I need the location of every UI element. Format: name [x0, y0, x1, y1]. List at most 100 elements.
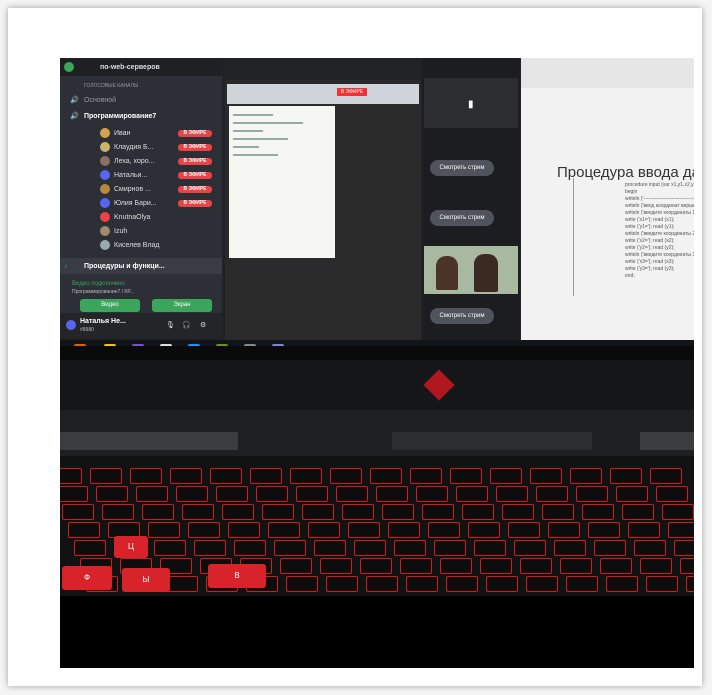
app-icon[interactable] [216, 344, 228, 346]
screen-share-button[interactable]: Экран [152, 299, 212, 312]
keyboard-key [166, 576, 198, 592]
folder-icon[interactable] [104, 344, 116, 346]
video-button[interactable]: Видео [80, 299, 140, 312]
code-line: write ('x2='); read (x2); [625, 238, 675, 244]
user-name: Наталья Не... [80, 318, 126, 325]
keyboard-key [530, 468, 562, 484]
keyboard-key [62, 504, 94, 520]
keyboard-key [256, 486, 288, 502]
keyboard-key [520, 558, 552, 574]
app-icon[interactable] [244, 344, 256, 346]
keyboard-key [366, 576, 398, 592]
code-line: procedure input (var x1,y1,x2,y2,x [625, 182, 694, 188]
member-name[interactable]: Смирнов ... [114, 185, 151, 194]
keyboard-key [406, 576, 438, 592]
omen-logo [423, 369, 455, 401]
member-name[interactable]: Леха, хоро... [114, 157, 154, 166]
keyboard-key [422, 504, 454, 520]
code-line: writeln ('введите координаты 3 в [625, 252, 694, 258]
keyboard-key [588, 522, 620, 538]
browser-bar [521, 58, 694, 88]
watch-stream-button[interactable]: Смотреть стрим [430, 160, 494, 176]
keyboard-key: Ц [114, 536, 148, 558]
keyboard-key [606, 576, 638, 592]
member-name[interactable]: Клаудия Б... [114, 143, 153, 152]
keyboard-key [428, 522, 460, 538]
keyboard-key [326, 576, 358, 592]
member-name[interactable]: Киселев Влад [114, 241, 160, 250]
speaker-icon: 🔊 [70, 113, 79, 120]
live-badge: В ЭФИРЕ [178, 200, 212, 207]
keyboard-key [656, 486, 688, 502]
visual-studio-icon[interactable] [132, 344, 144, 346]
keyboard-key [480, 558, 512, 574]
keyboard-key [646, 576, 678, 592]
keyboard-key [526, 576, 558, 592]
laptop-photo: по-web-серверов ГОЛОСОВЫЕ КАНАЛЫ 🔊 Основ… [60, 58, 694, 668]
keyboard-key [674, 540, 694, 556]
code-line [233, 146, 259, 148]
discord-icon[interactable] [272, 344, 284, 346]
channel-programming[interactable]: Программирование7 [84, 112, 156, 121]
keyboard-key [610, 468, 642, 484]
keyboard-key [74, 540, 106, 556]
camera-icon: ▮ [468, 99, 474, 110]
watch-stream-button[interactable]: Смотреть стрим [430, 308, 494, 324]
keyboard-key [176, 486, 208, 502]
avatar [100, 226, 110, 236]
keyboard-key [582, 504, 614, 520]
keyboard-key [548, 522, 580, 538]
keyboard-key [446, 576, 478, 592]
keyboard-key [554, 540, 586, 556]
watch-stream-button[interactable]: Смотреть стрим [430, 210, 494, 226]
member-name[interactable]: Юлия Бари... [114, 199, 157, 208]
webcam-tile[interactable] [424, 246, 518, 294]
keyboard-key [634, 540, 666, 556]
live-badge: В ЭФИРЕ [337, 88, 367, 96]
editor-toolbar: В ЭФИРЕ [227, 84, 419, 104]
keyboard-key [570, 468, 602, 484]
laptop-screen: по-web-серверов ГОЛОСОВЫЕ КАНАЛЫ 🔊 Основ… [60, 58, 694, 346]
channel-procedures-row[interactable]: ♪ Процедуры и функци... [60, 258, 222, 274]
camera-icon[interactable] [160, 344, 172, 346]
keyboard-key [228, 522, 260, 538]
keyboard-key [686, 576, 694, 592]
code-line: begin [625, 189, 638, 195]
gear-icon[interactable]: ⚙ [200, 321, 206, 330]
stream-tile[interactable]: ▮ [424, 78, 518, 128]
keyboard-key: В [208, 564, 266, 588]
keyboard-key [314, 540, 346, 556]
edge-icon[interactable] [188, 344, 200, 346]
avatar [100, 198, 110, 208]
avatar [100, 184, 110, 194]
keyboard-key [456, 486, 488, 502]
presentation-slide: Процедура ввода да procedure input (var … [521, 58, 694, 346]
flowchart [551, 178, 611, 298]
firefox-icon[interactable] [74, 344, 86, 346]
discord-sidebar: по-web-серверов ГОЛОСОВЫЕ КАНАЛЫ 🔊 Основ… [60, 58, 222, 338]
avatar [100, 212, 110, 222]
headphones-icon[interactable]: 🎧 [182, 321, 191, 330]
mic-icon[interactable]: 🎙 [166, 321, 175, 330]
keyboard-key [594, 540, 626, 556]
status-icon [64, 62, 74, 72]
member-name[interactable]: Натальи... [114, 171, 147, 180]
keyboard-key [394, 540, 426, 556]
photo-frame: по-web-серверов ГОЛОСОВЫЕ КАНАЛЫ 🔊 Основ… [8, 8, 702, 686]
keyboard-key [600, 558, 632, 574]
live-badge: В ЭФИРЕ [178, 144, 212, 151]
member-name[interactable]: Izuh [114, 227, 127, 236]
member-name[interactable]: KnutnaOlya [114, 213, 151, 222]
keyboard-key [290, 468, 322, 484]
code-line [233, 122, 303, 124]
keyboard-key [142, 504, 174, 520]
member-name[interactable]: Иван [114, 129, 130, 138]
editor-text-area[interactable] [229, 106, 335, 258]
channel-main[interactable]: Основной [84, 96, 116, 105]
keyboard-key [490, 468, 522, 484]
keyboard-key [210, 468, 242, 484]
vent [60, 432, 238, 450]
keyboard-key [410, 468, 442, 484]
keyboard-key [566, 576, 598, 592]
code-line: writeln ('------------------------------… [625, 196, 694, 202]
